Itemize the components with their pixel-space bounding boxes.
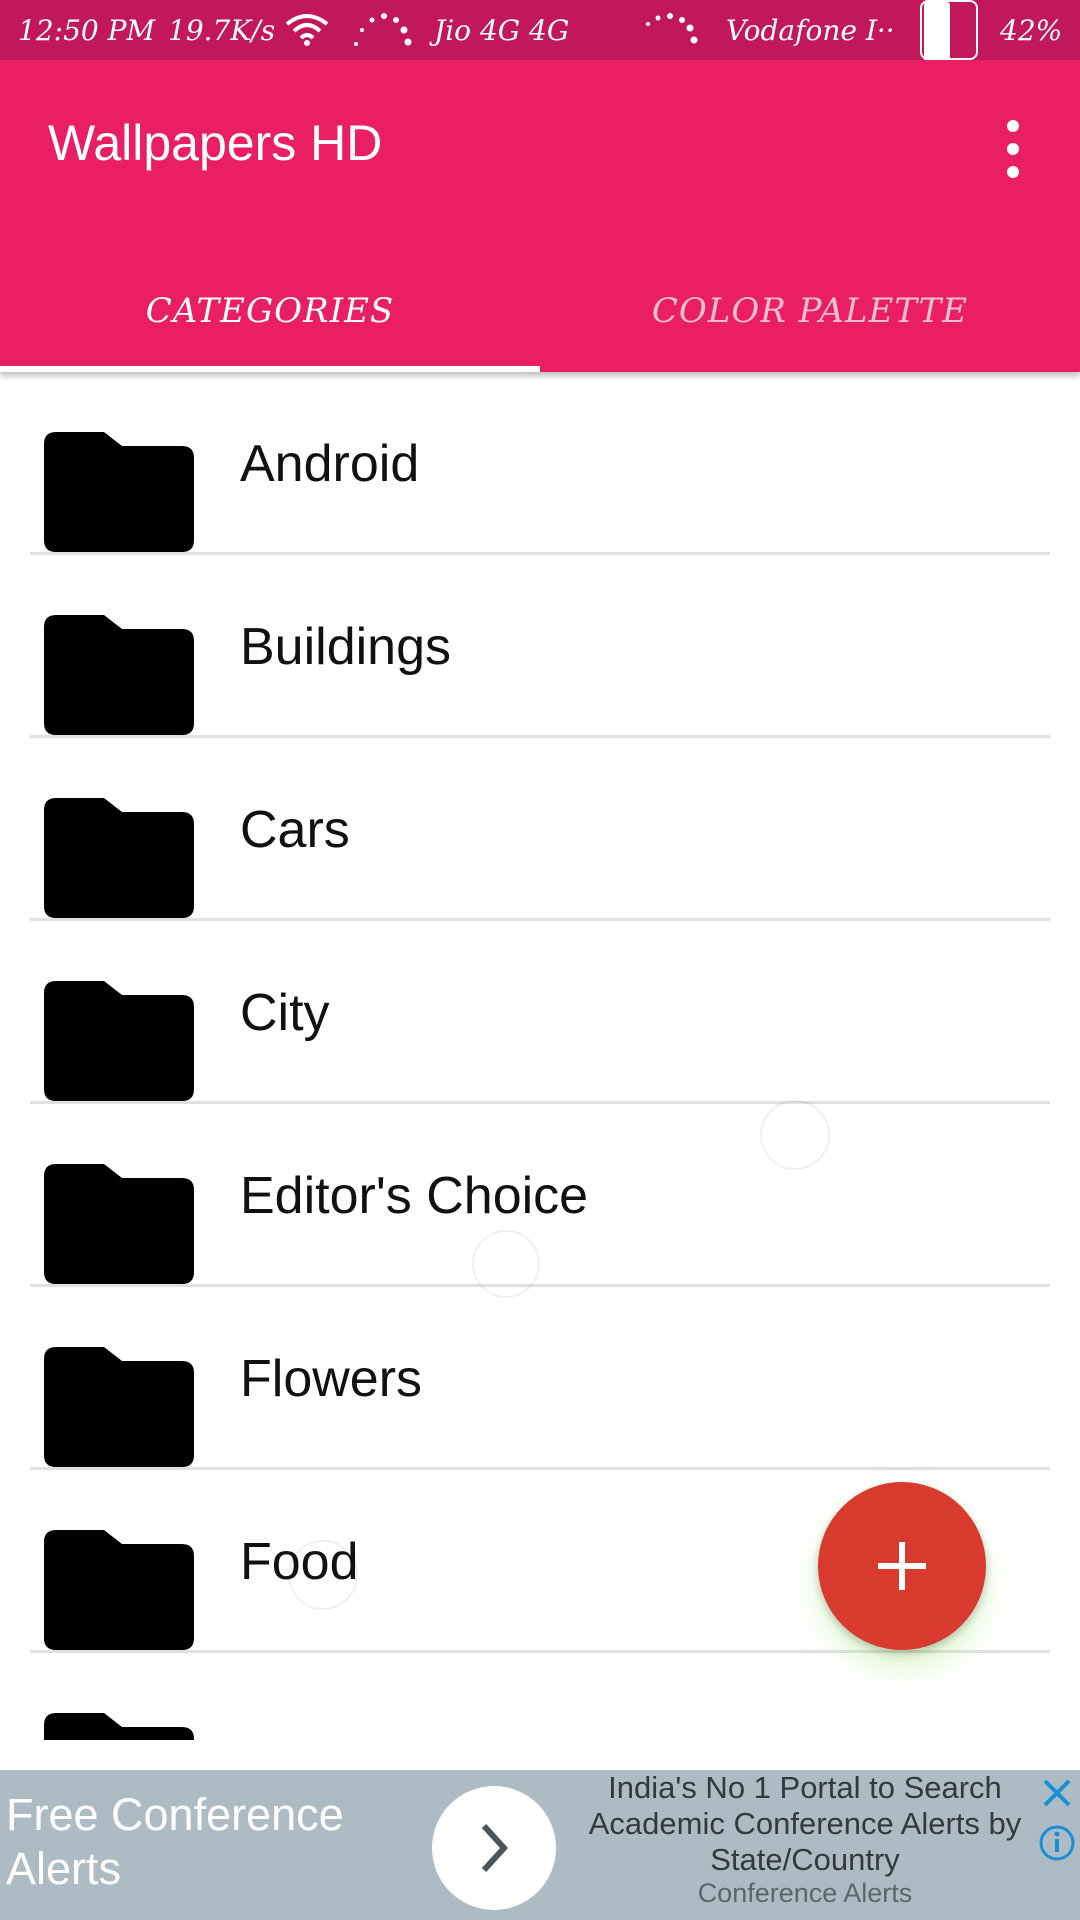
status-network-speed: 19.7K/s — [168, 13, 276, 47]
folder-icon — [44, 432, 194, 552]
list-item-label: Cars — [240, 800, 350, 859]
status-bar: 12:50 PM 19.7K/s Jio 4G 4G Vodafone I·· … — [0, 0, 1080, 62]
folder-icon — [44, 615, 194, 735]
list-item-label: Android — [240, 434, 420, 493]
ad-headline[interactable]: Free Conference Alerts — [6, 1788, 426, 1896]
tab-color-palette[interactable]: COLOR PALETTE — [540, 250, 1080, 372]
folder-icon — [44, 1164, 194, 1284]
folder-icon — [44, 1347, 194, 1467]
folder-icon — [44, 798, 194, 918]
list-item[interactable]: Buildings — [30, 555, 1050, 738]
status-carrier-1: Jio 4G 4G — [434, 13, 570, 47]
folder-icon — [44, 1530, 194, 1650]
touch-ripple — [760, 1100, 830, 1170]
signal-loading-icon — [642, 0, 706, 60]
app-title: Wallpapers HD — [48, 115, 383, 171]
touch-ripple — [472, 1230, 540, 1298]
close-icon[interactable] — [1036, 1772, 1078, 1814]
list-item-label: Buildings — [240, 617, 452, 676]
list-item[interactable]: Cars — [30, 738, 1050, 921]
chevron-right-icon — [481, 1823, 509, 1873]
folder-icon — [44, 1713, 194, 1740]
status-carrier-2: Vodafone I·· — [726, 13, 895, 47]
list-item[interactable]: City — [30, 921, 1050, 1104]
battery-percentage: 42% — [1000, 13, 1063, 47]
list-item[interactable]: Editor's Choice — [30, 1104, 1050, 1287]
ad-banner[interactable]: Free Conference Alerts India's No 1 Port… — [0, 1770, 1080, 1920]
info-icon[interactable] — [1036, 1822, 1078, 1864]
add-fab-button[interactable] — [818, 1482, 986, 1650]
list-item[interactable]: Android — [30, 372, 1050, 555]
signal-loading-icon — [350, 0, 414, 60]
touch-ripple — [288, 1540, 358, 1610]
ad-open-button[interactable] — [432, 1786, 556, 1910]
tab-selected-indicator — [0, 366, 540, 372]
list-item[interactable] — [30, 1653, 1050, 1740]
tab-bar: CATEGORIES COLOR PALETTE — [0, 250, 1080, 372]
list-item[interactable]: Flowers — [30, 1287, 1050, 1470]
tab-categories[interactable]: CATEGORIES — [0, 250, 540, 372]
more-options-icon[interactable] — [988, 114, 1038, 184]
wifi-icon — [284, 0, 330, 60]
plus-icon — [878, 1542, 926, 1590]
list-item-label: City — [240, 983, 330, 1042]
list-item-label: Flowers — [240, 1349, 423, 1408]
status-time: 12:50 PM — [18, 13, 156, 47]
app-bar: Wallpapers HD CATEGORIES COLOR PALETTE — [0, 60, 1080, 372]
ad-description[interactable]: India's No 1 Portal to Search Academic C… — [570, 1770, 1040, 1878]
ad-source: Conference Alerts — [697, 1878, 913, 1908]
folder-icon — [44, 981, 194, 1101]
